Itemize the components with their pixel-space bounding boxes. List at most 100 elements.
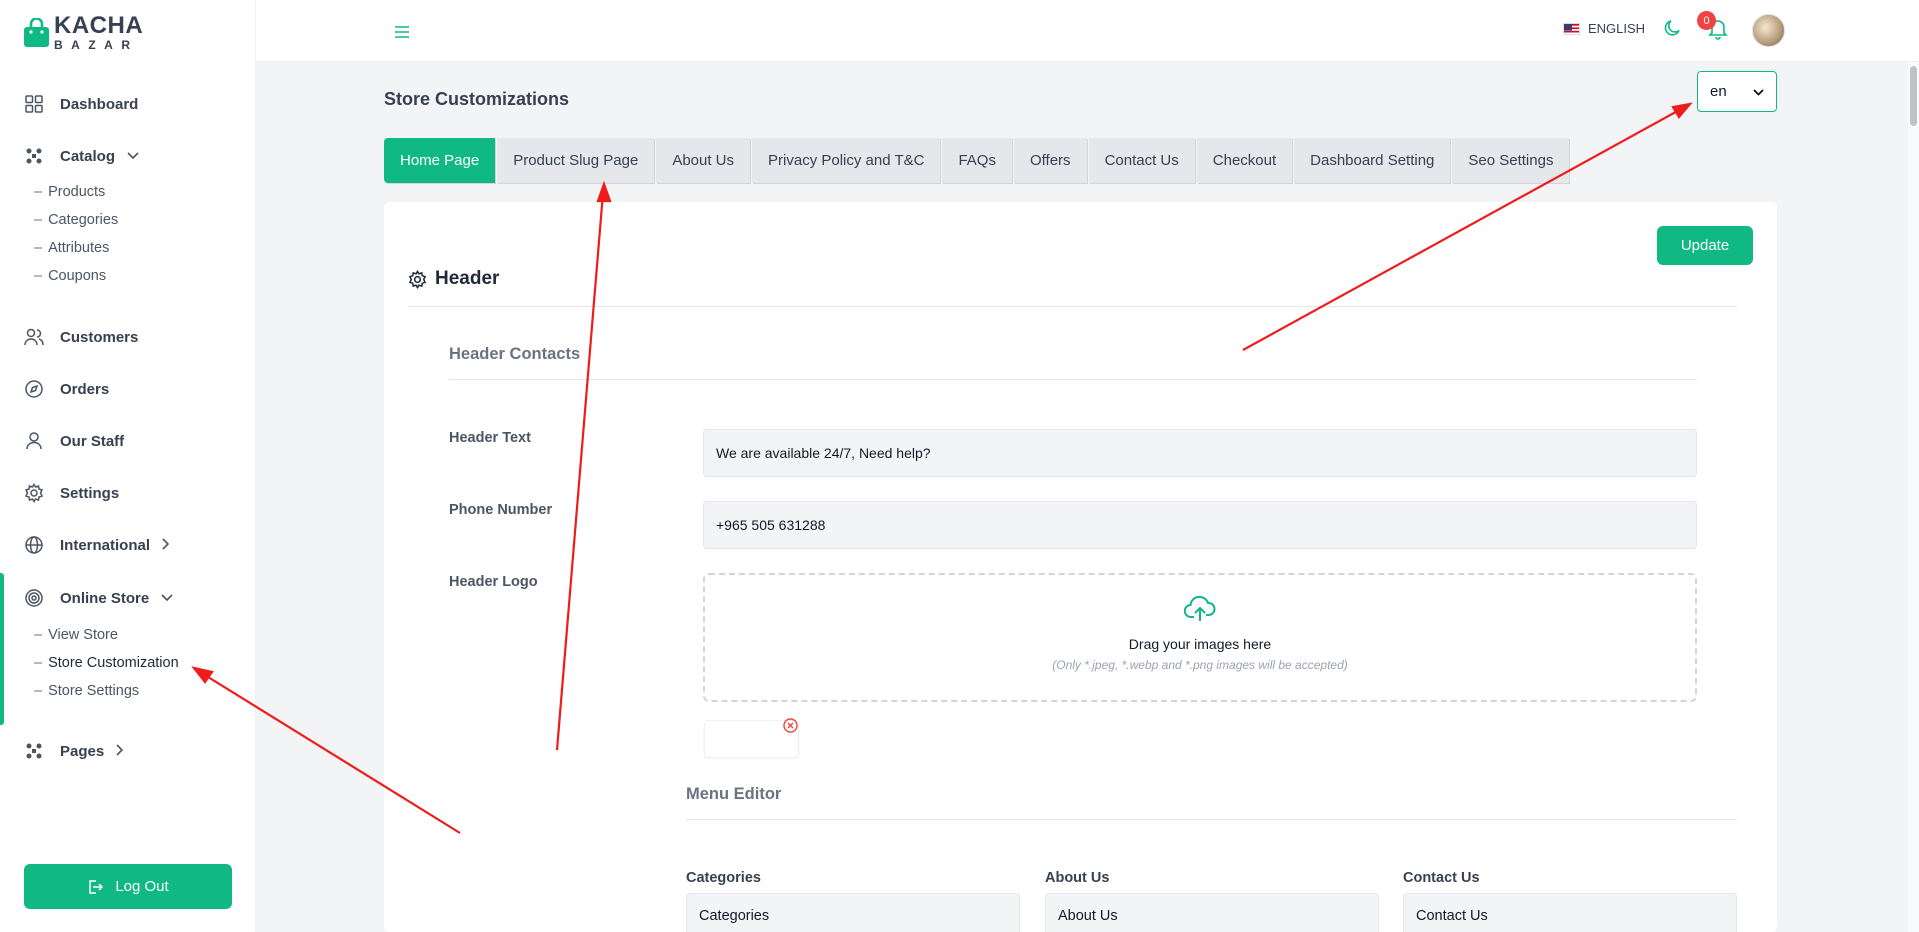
header-logo-label: Header Logo	[449, 574, 538, 590]
sidebar-subitem-view-store[interactable]: – View Store	[34, 627, 118, 643]
moon-icon[interactable]	[1663, 18, 1683, 43]
menu-label-categories: Categories	[686, 870, 761, 886]
select-value: en	[1710, 83, 1727, 100]
sidebar-item-catalog[interactable]: Catalog	[24, 144, 139, 168]
sidebar-item-customers[interactable]: Customers	[24, 325, 138, 349]
users-icon	[24, 327, 44, 347]
language-selector[interactable]: ENGLISH	[1563, 21, 1645, 36]
sidebar: KACHA BAZAR Dashboard Catalog – Products …	[0, 0, 256, 932]
grid-icon	[24, 94, 44, 114]
chevron-right-icon	[162, 537, 170, 553]
sidebar-item-label: Dashboard	[60, 95, 139, 113]
tab-dashboard-setting[interactable]: Dashboard Setting	[1294, 138, 1451, 183]
menu-label-about-us: About Us	[1045, 870, 1110, 886]
topbar: ENGLISH 0	[256, 0, 1919, 62]
sidebar-subitem-coupons[interactable]: – Coupons	[34, 268, 106, 284]
arrowhead	[1671, 102, 1693, 119]
notification-badge: 0	[1697, 11, 1716, 30]
divider	[686, 819, 1737, 820]
sidebar-subitem-categories[interactable]: – Categories	[34, 212, 118, 228]
tab-about-us[interactable]: About Us	[656, 138, 751, 183]
section-header: Header	[408, 268, 499, 290]
active-indicator	[0, 573, 4, 725]
dropzone-hint: (Only *.jpeg, *.webp and *.png images wi…	[1052, 658, 1348, 672]
menu-editor-title: Menu Editor	[686, 785, 782, 803]
phone-number-label: Phone Number	[449, 502, 553, 518]
gear-icon	[408, 269, 427, 289]
logout-label: Log Out	[115, 878, 169, 895]
tab-product-slug-page[interactable]: Product Slug Page	[497, 138, 655, 183]
customization-card	[384, 202, 1777, 932]
tab-privacy-policy[interactable]: Privacy Policy and T&C	[752, 138, 941, 183]
sidebar-item-label: Orders	[60, 380, 110, 398]
compass-icon	[24, 379, 44, 399]
section-title: Header	[435, 268, 500, 289]
content-language-select[interactable]: en	[1697, 71, 1777, 112]
sidebar-subitem-products[interactable]: – Products	[34, 184, 105, 200]
header-contacts-title: Header Contacts	[449, 345, 581, 363]
language-label: ENGLISH	[1588, 21, 1646, 36]
tab-contact-us[interactable]: Contact Us	[1088, 138, 1195, 183]
sidebar-item-label: International	[60, 536, 151, 554]
menu-input-contact-us[interactable]: Contact Us	[1403, 893, 1737, 932]
chevron-down-icon	[161, 591, 173, 605]
user-icon	[24, 431, 44, 451]
divider	[449, 379, 1697, 380]
tab-checkout[interactable]: Checkout	[1196, 138, 1293, 183]
avatar[interactable]	[1752, 14, 1785, 47]
tab-seo-settings[interactable]: Seo Settings	[1452, 138, 1570, 183]
logout-button[interactable]: Log Out	[24, 864, 232, 909]
menu-toggle-icon[interactable]	[394, 22, 410, 45]
phone-number-input[interactable]: +965 505 631288	[703, 501, 1697, 549]
shopping-bag-icon	[23, 16, 50, 48]
image-dropzone[interactable]: Drag your images here (Only *.jpeg, *.we…	[703, 573, 1697, 702]
menu-input-about-us[interactable]: About Us	[1045, 893, 1379, 932]
sidebar-item-international[interactable]: International	[24, 533, 170, 557]
target-icon	[24, 588, 44, 608]
sidebar-item-dashboard[interactable]: Dashboard	[24, 92, 138, 116]
sidebar-item-label: Settings	[60, 484, 120, 502]
chevron-down-icon	[1753, 83, 1764, 100]
tab-faqs[interactable]: FAQs	[942, 138, 1012, 183]
sidebar-item-our-staff[interactable]: Our Staff	[24, 429, 124, 453]
sidebar-item-label: Our Staff	[60, 432, 125, 450]
arrowhead	[596, 180, 612, 203]
cloud-upload-icon	[1184, 595, 1216, 623]
sidebar-item-orders[interactable]: Orders	[24, 377, 109, 401]
gear-icon	[24, 483, 44, 503]
sidebar-subitem-store-customization[interactable]: – Store Customization	[34, 655, 179, 671]
chevron-right-icon	[116, 743, 124, 759]
logo-text-bottom: BAZAR	[54, 38, 139, 52]
us-flag-icon	[1563, 22, 1580, 35]
globe-icon	[24, 535, 44, 555]
menu-label-contact-us: Contact Us	[1403, 870, 1480, 886]
update-button[interactable]: Update	[1657, 226, 1753, 265]
scrollbar-thumb[interactable]	[1910, 66, 1917, 126]
divider	[408, 306, 1737, 307]
sidebar-item-label: Customers	[60, 328, 139, 346]
page-title: Store Customizations	[384, 89, 570, 109]
menu-input-categories[interactable]: Categories	[686, 893, 1020, 932]
pages-icon	[24, 741, 44, 761]
tab-home-page[interactable]: Home Page	[384, 138, 496, 183]
remove-image-icon[interactable]	[783, 718, 798, 738]
catalog-icon	[24, 146, 44, 166]
sidebar-item-label: Online Store	[60, 589, 150, 607]
sidebar-item-pages[interactable]: Pages	[24, 739, 124, 763]
sidebar-item-online-store[interactable]: Online Store	[24, 586, 173, 610]
tab-offers[interactable]: Offers	[1013, 138, 1087, 183]
page-scrollbar[interactable]	[1908, 62, 1919, 932]
header-text-label: Header Text	[449, 430, 531, 446]
tab-bar: Home Page Product Slug Page About Us Pri…	[384, 138, 1570, 183]
sidebar-subitem-store-settings[interactable]: – Store Settings	[34, 683, 139, 699]
logo[interactable]: KACHA BAZAR	[23, 14, 143, 51]
sidebar-item-settings[interactable]: Settings	[24, 481, 119, 505]
sidebar-item-label: Pages	[60, 742, 105, 760]
dropzone-title: Drag your images here	[1128, 636, 1272, 652]
header-text-input[interactable]: We are available 24/7, Need help?	[703, 429, 1697, 477]
logo-text-top: KACHA	[54, 12, 144, 39]
sidebar-subitem-attributes[interactable]: – Attributes	[34, 240, 109, 256]
chevron-down-icon	[127, 149, 139, 163]
logout-icon	[87, 879, 104, 895]
sidebar-item-label: Catalog	[60, 147, 116, 165]
